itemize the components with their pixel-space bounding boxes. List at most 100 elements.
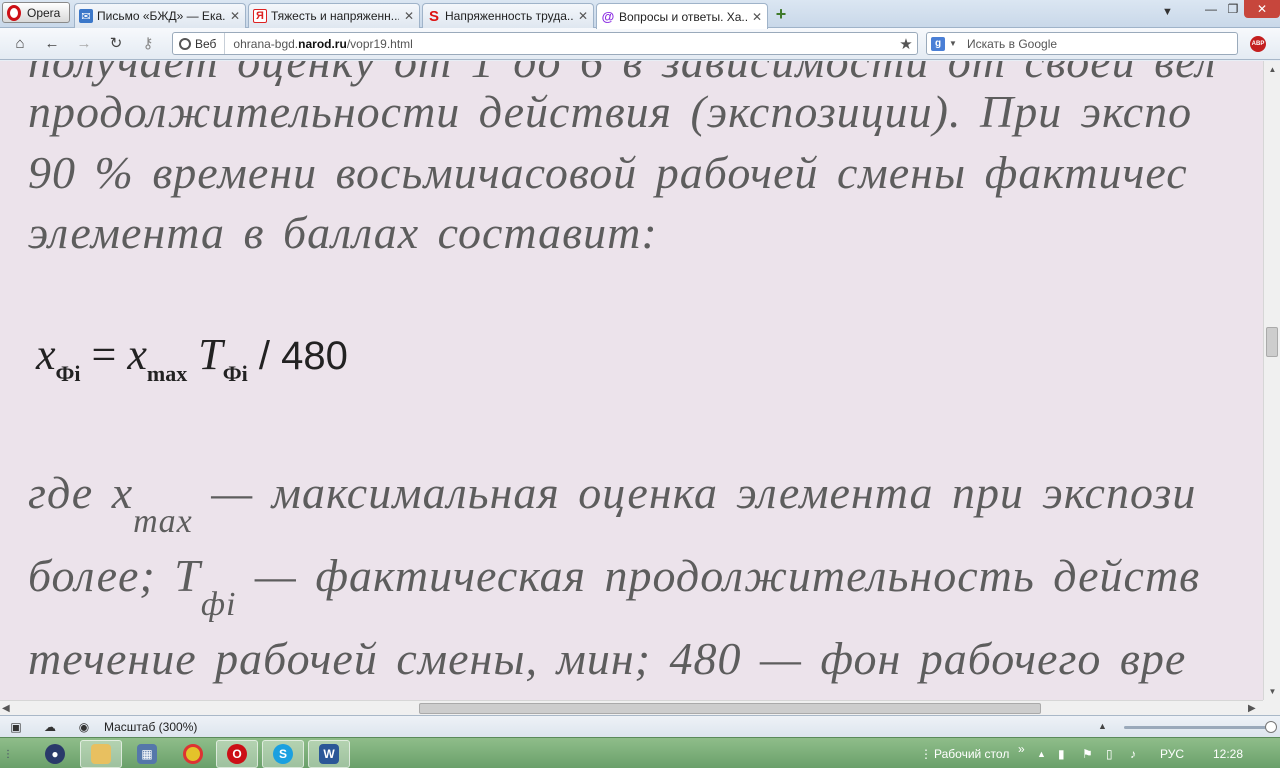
- taskbar-media-player[interactable]: ●: [34, 740, 76, 768]
- url-domain: narod.ru: [298, 36, 347, 51]
- opera-menu-button[interactable]: Opera: [2, 2, 70, 23]
- text-line: 90 % времени восьмичасовой рабочей смены…: [28, 147, 1188, 198]
- turbo-icon[interactable]: ◉: [76, 720, 92, 734]
- globe-icon: [179, 37, 191, 50]
- horizontal-scroll-thumb[interactable]: [419, 703, 1041, 714]
- horizontal-scrollbar[interactable]: ◀ ▶: [0, 700, 1263, 715]
- taskbar-skype[interactable]: S: [262, 740, 304, 768]
- vertical-scrollbar[interactable]: ▲ ▼: [1263, 61, 1280, 700]
- s-icon: S: [428, 7, 439, 25]
- mail-icon: ✉: [79, 9, 93, 23]
- formula-eq: =: [80, 330, 128, 379]
- word-icon: W: [319, 744, 339, 764]
- taskbar-grip-icon: ⋮: [3, 748, 13, 760]
- tab-title: Напряженность труда...: [445, 9, 573, 23]
- taskbar-explorer[interactable]: [80, 740, 122, 768]
- address-bar[interactable]: Веб ohrana-bgd.narod.ru/vopr19.html ★: [172, 32, 918, 55]
- opera-menu-label: Opera: [27, 5, 61, 20]
- formula-var: T: [187, 330, 223, 379]
- formula-image: xФi = xmax TФi / 480: [36, 329, 348, 387]
- scroll-down-icon[interactable]: ▼: [1264, 683, 1280, 700]
- zoom-slider[interactable]: [1124, 726, 1272, 729]
- tray-grip-icon: ⋮: [920, 747, 932, 761]
- zoom-label: Масштаб (300%): [104, 720, 198, 734]
- tab-active-narod[interactable]: @ Вопросы и ответы. Ха... ✕: [596, 3, 768, 29]
- text-segment: — фактическая продолжительность действ: [236, 550, 1201, 601]
- tab-title: Письмо «БЖД» — Ека...: [97, 9, 225, 23]
- home-icon[interactable]: ⌂: [10, 35, 30, 53]
- volume-icon[interactable]: ♪: [1130, 747, 1136, 761]
- back-icon[interactable]: ←: [42, 35, 62, 53]
- url-text[interactable]: ohrana-bgd.narod.ru/vopr19.html: [225, 37, 895, 51]
- search-input[interactable]: Искать в Google: [963, 37, 1057, 51]
- reload-icon[interactable]: ↻: [106, 35, 126, 53]
- text-subscript: max: [133, 503, 193, 540]
- signal-icon[interactable]: ▮: [1058, 747, 1065, 761]
- scroll-up-icon[interactable]: ▲: [1264, 61, 1280, 78]
- close-icon[interactable]: ✕: [751, 10, 763, 24]
- tab-title: Вопросы и ответы. Ха...: [619, 9, 747, 24]
- url-prefix: ohrana-bgd.: [233, 36, 299, 51]
- chevron-right-icon[interactable]: »: [1018, 742, 1025, 756]
- scroll-left-icon[interactable]: ◀: [2, 701, 16, 716]
- opera-logo-icon: [7, 4, 21, 21]
- key-icon[interactable]: ⚷: [138, 35, 158, 53]
- zoom-slider-handle[interactable]: [1265, 721, 1277, 733]
- formula-sub: Фi: [222, 361, 248, 386]
- opera-icon: O: [227, 744, 247, 764]
- text-line: течение рабочей смены, мин; 480 — фон ра…: [28, 633, 1187, 684]
- text-subscript: фi: [200, 586, 237, 623]
- close-icon[interactable]: ✕: [403, 9, 415, 23]
- close-window-button[interactable]: ✕: [1244, 0, 1280, 18]
- tab-title: Тяжесть и напряженн...: [271, 9, 399, 23]
- search-box[interactable]: g ▼ Искать в Google: [926, 32, 1238, 55]
- taskbar-opera[interactable]: O: [216, 740, 258, 768]
- tab-s[interactable]: S Напряженность труда... ✕: [422, 3, 594, 28]
- taskbar-chrome[interactable]: [172, 740, 214, 768]
- tab-bar: Opera ✉ Письмо «БЖД» — Ека... ✕ Я Тяжест…: [0, 0, 1280, 29]
- bookmark-star-icon[interactable]: ★: [895, 35, 917, 53]
- taskbar-app-grid[interactable]: ▦: [126, 740, 168, 768]
- close-icon[interactable]: ✕: [229, 9, 241, 23]
- maximize-button[interactable]: ❐: [1222, 0, 1244, 18]
- language-indicator[interactable]: РУС: [1160, 747, 1184, 761]
- page-content: получает оценку от 1 до 6 в зависимости …: [0, 61, 1263, 700]
- minimize-button[interactable]: —: [1200, 0, 1222, 18]
- clock[interactable]: 12:28: [1213, 747, 1243, 761]
- narod-icon: @: [601, 9, 615, 24]
- formula-var: x: [36, 330, 56, 379]
- text-line: где xmax — максимальная оценка элемента …: [28, 466, 1197, 540]
- scrollbar-corner: [1263, 700, 1280, 715]
- web-badge-label: Веб: [195, 36, 217, 51]
- search-engine-chevron-icon[interactable]: ▼: [949, 39, 959, 48]
- app-grid-icon: ▦: [137, 744, 157, 764]
- close-icon[interactable]: ✕: [577, 9, 589, 23]
- unite-cloud-icon[interactable]: ☁: [42, 720, 58, 734]
- zoom-menu-icon[interactable]: ▲: [1098, 721, 1107, 731]
- panel-toggle-icon[interactable]: ▣: [8, 720, 24, 734]
- formula-var: x: [127, 330, 147, 379]
- url-path: /vopr19.html: [346, 36, 413, 51]
- navigation-bar: ⌂ ← → ↻ ⚷ Веб ohrana-bgd.narod.ru/vopr19…: [0, 28, 1280, 60]
- text-line: продолжительности действия (экспозиции).…: [28, 86, 1193, 137]
- security-badge[interactable]: Веб: [173, 33, 226, 54]
- tab-list-chevron-icon[interactable]: ▼: [1162, 6, 1173, 18]
- tab-mail[interactable]: ✉ Письмо «БЖД» — Ека... ✕: [74, 3, 246, 28]
- flag-icon[interactable]: ⚑: [1082, 747, 1093, 761]
- show-hidden-icons-icon[interactable]: ▲: [1037, 749, 1046, 759]
- network-icon[interactable]: ▯: [1106, 747, 1113, 761]
- text-segment: — максимальная оценка элемента при экспо…: [192, 467, 1197, 518]
- media-player-icon: ●: [45, 744, 65, 764]
- desktop-toolbar-label[interactable]: Рабочий стол: [934, 747, 1009, 761]
- new-tab-button[interactable]: +: [772, 5, 790, 23]
- yandex-icon: Я: [253, 9, 267, 23]
- adblock-plus-icon[interactable]: ABP: [1250, 36, 1266, 52]
- taskbar-word[interactable]: W: [308, 740, 350, 768]
- vertical-scroll-thumb[interactable]: [1266, 327, 1278, 357]
- formula-divisor: / 480: [247, 334, 348, 378]
- text-line: элемента в баллах составит:: [28, 207, 658, 258]
- formula-sub: max: [146, 361, 188, 386]
- tab-yandex[interactable]: Я Тяжесть и напряженн... ✕: [248, 3, 420, 28]
- scroll-right-icon[interactable]: ▶: [1248, 701, 1262, 716]
- forward-icon[interactable]: →: [74, 35, 94, 53]
